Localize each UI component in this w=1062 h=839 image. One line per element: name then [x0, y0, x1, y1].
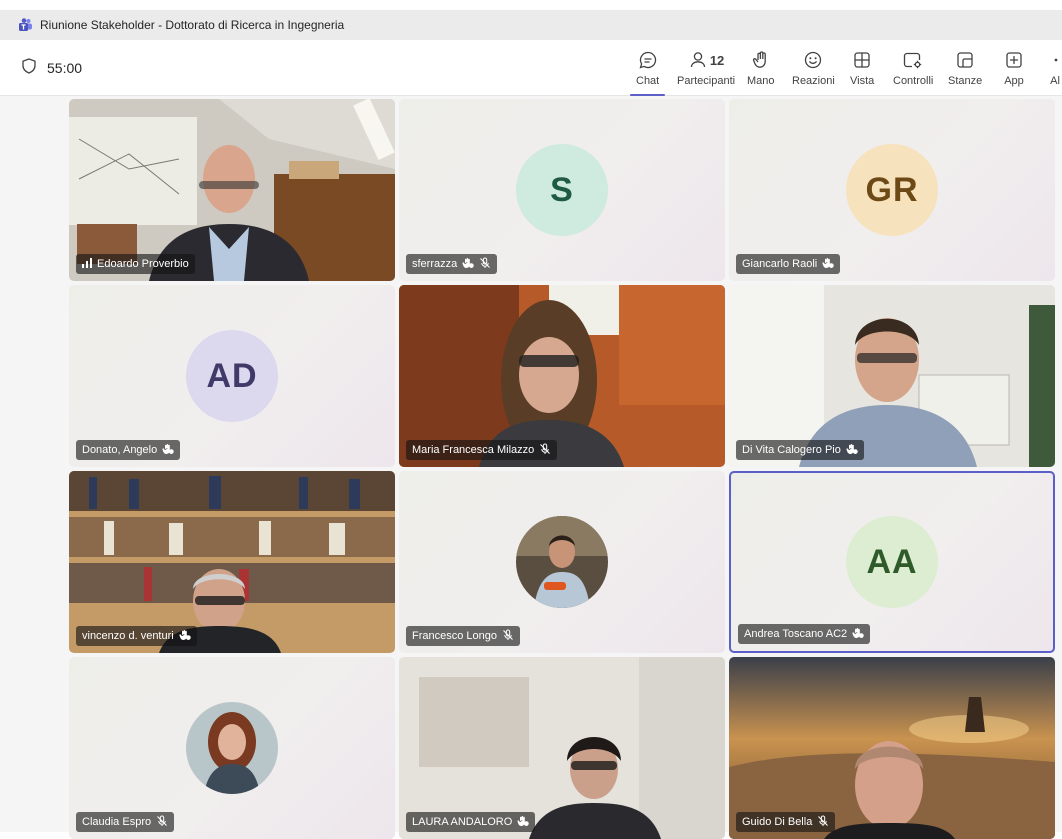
participant-tile[interactable]: AA Andrea Toscano AC2	[729, 471, 1055, 653]
mic-off-icon	[502, 629, 514, 644]
view-button[interactable]: Vista	[850, 48, 874, 94]
rooms-button[interactable]: Stanze	[948, 48, 982, 94]
participant-name: Edoardo Proverbio	[97, 258, 189, 270]
avatar	[516, 516, 608, 608]
raise-hand-button[interactable]: Mano	[747, 48, 775, 94]
rooms-icon	[955, 48, 975, 72]
raised-hand-icon	[179, 629, 191, 644]
avatar: S	[516, 144, 608, 236]
apps-button[interactable]: App	[1004, 48, 1024, 94]
grid-view-icon	[852, 48, 872, 72]
participant-nametag: Guido Di Bella	[736, 812, 836, 832]
participant-nametag: Edoardo Proverbio	[76, 254, 195, 274]
participant-tile[interactable]: S sferrazza	[399, 99, 725, 281]
controls-icon	[903, 48, 923, 72]
window-top-strip	[0, 0, 1062, 10]
participant-name: Di Vita Calogero Pio	[742, 444, 841, 456]
meeting-toolbar: 55:00 Chat 12 Partecipanti Mano Reazioni…	[0, 40, 1062, 96]
participant-name: Guido Di Bella	[742, 816, 813, 828]
raised-hand-icon	[517, 815, 529, 830]
avatar	[186, 702, 278, 794]
rooms-label: Stanze	[948, 75, 983, 87]
mic-off-icon	[156, 815, 168, 830]
chat-label: Chat	[636, 75, 660, 87]
participant-tile[interactable]: GR Giancarlo Raoli	[729, 99, 1055, 281]
participants-button[interactable]: 12 Partecipanti	[677, 48, 735, 94]
window-title: Riunione Stakeholder - Dottorato di Rice…	[40, 18, 345, 32]
participant-nametag: Giancarlo Raoli	[736, 254, 841, 274]
raised-hand-icon	[462, 257, 474, 272]
avatar: GR	[846, 144, 938, 236]
avatar: AA	[846, 516, 938, 608]
controls-button[interactable]: Controlli	[893, 48, 933, 94]
raised-hand-icon	[852, 627, 864, 642]
mic-off-icon	[479, 257, 491, 272]
participant-nametag: sferrazza	[406, 254, 498, 274]
controls-label: Controlli	[893, 75, 934, 87]
participant-name: LAURA ANDALORO	[412, 816, 513, 828]
timer-value: 55:00	[47, 59, 83, 76]
participant-nametag: Di Vita Calogero Pio	[736, 440, 864, 460]
participant-nametag: Francesco Longo	[406, 626, 520, 646]
apps-icon	[1004, 48, 1024, 72]
participant-name: Giancarlo Raoli	[742, 258, 818, 270]
participant-nametag: vincenzo d. venturi	[76, 626, 197, 646]
participant-tile[interactable]: Di Vita Calogero Pio	[729, 285, 1055, 467]
mic-off-icon	[539, 443, 551, 458]
participant-nametag: LAURA ANDALORO	[406, 812, 536, 832]
title-bar: Riunione Stakeholder - Dottorato di Rice…	[0, 10, 1062, 40]
more-label: Al	[1050, 75, 1060, 87]
participant-name: Donato, Angelo	[82, 444, 158, 456]
raised-hand-icon	[822, 257, 834, 272]
meeting-timer: 55:00	[22, 58, 82, 77]
participants-count: 12	[709, 52, 725, 68]
participant-name: Claudia Espro	[82, 816, 152, 828]
hand-icon	[751, 48, 771, 72]
participant-name: Francesco Longo	[412, 630, 497, 642]
participant-tile[interactable]: Claudia Espro	[69, 657, 395, 839]
video-gallery: Edoardo Proverbio S sferrazza GR Giancar…	[0, 96, 1062, 839]
more-icon	[1050, 48, 1060, 72]
participant-tile[interactable]: LAURA ANDALORO	[399, 657, 725, 839]
apps-label: App	[1004, 75, 1024, 87]
reactions-label: Reazioni	[792, 75, 835, 87]
shield-icon	[22, 58, 47, 77]
participant-tile[interactable]: vincenzo d. venturi	[69, 471, 395, 653]
people-icon: 12	[688, 48, 724, 72]
hand-label: Mano	[747, 75, 775, 87]
emoji-icon	[803, 48, 823, 72]
avatar: AD	[186, 330, 278, 422]
raised-hand-icon	[162, 443, 174, 458]
participant-nametag: Donato, Angelo	[76, 440, 181, 460]
participant-tile[interactable]: Edoardo Proverbio	[69, 99, 395, 281]
participant-name: Maria Francesca Milazzo	[412, 444, 535, 456]
participant-nametag: Maria Francesca Milazzo	[406, 440, 558, 460]
chat-icon	[638, 48, 658, 72]
teams-icon	[18, 18, 32, 32]
participant-tile[interactable]: Guido Di Bella	[729, 657, 1055, 839]
mic-off-icon	[817, 815, 829, 830]
raised-hand-icon	[846, 443, 858, 458]
participant-name: Andrea Toscano AC2	[744, 628, 848, 640]
participant-name: sferrazza	[412, 258, 458, 270]
participant-tile[interactable]: Maria Francesca Milazzo	[399, 285, 725, 467]
participant-tile[interactable]: AD Donato, Angelo	[69, 285, 395, 467]
participants-label: Partecipanti	[677, 75, 736, 87]
participant-name: vincenzo d. venturi	[82, 630, 174, 642]
signal-icon	[82, 257, 92, 271]
chat-button[interactable]: Chat	[629, 48, 666, 96]
view-label: Vista	[850, 75, 875, 87]
reactions-button[interactable]: Reazioni	[792, 48, 835, 94]
participant-nametag: Claudia Espro	[76, 812, 175, 832]
participant-nametag: Andrea Toscano AC2	[738, 624, 871, 644]
more-button[interactable]: Al	[1050, 48, 1060, 94]
participant-tile[interactable]: Francesco Longo	[399, 471, 725, 653]
